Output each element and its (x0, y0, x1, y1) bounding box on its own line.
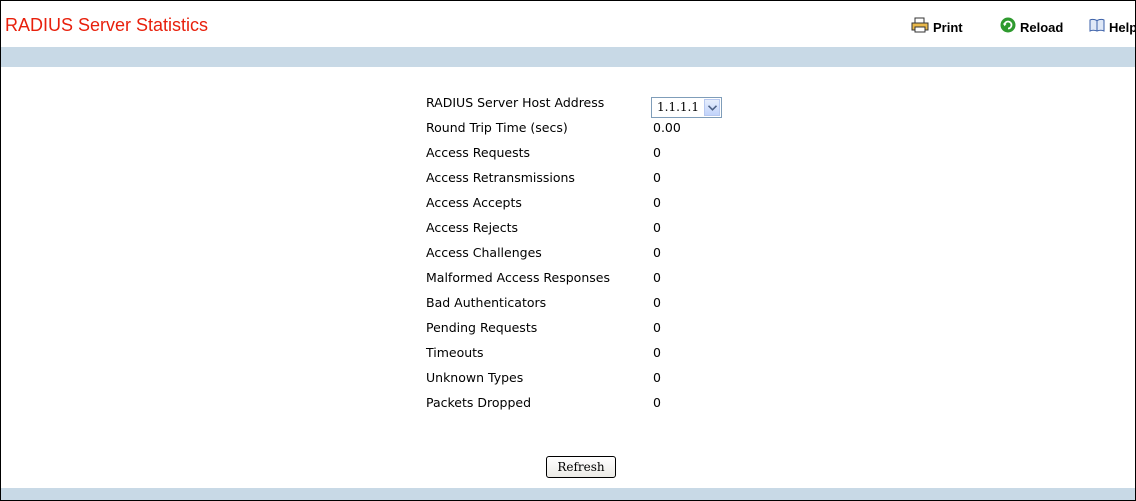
stat-row: Access Retransmissions 0 (426, 170, 746, 188)
stat-row: Packets Dropped 0 (426, 395, 746, 413)
help-button[interactable]: Help (1089, 17, 1136, 37)
chevron-down-icon[interactable] (704, 99, 720, 116)
stat-row: Access Requests 0 (426, 145, 746, 163)
page-header: RADIUS Server Statistics Print Reload He… (1, 1, 1135, 47)
stat-label: Access Requests (426, 145, 531, 160)
stat-row: Access Challenges 0 (426, 245, 746, 263)
stat-value: 0 (653, 220, 661, 235)
stat-label: Unknown Types (426, 370, 524, 385)
host-address-value: 1.1.1.1 (657, 100, 699, 114)
stat-label: Access Challenges (426, 245, 542, 260)
stat-value: 0 (653, 245, 661, 260)
stat-row: Access Accepts 0 (426, 195, 746, 213)
stat-row: Access Rejects 0 (426, 220, 746, 238)
stat-value: 0 (653, 295, 661, 310)
stat-label: Access Accepts (426, 195, 522, 210)
toolbar: Print Reload Help (911, 17, 1136, 37)
stat-value: 0.00 (653, 120, 681, 135)
stat-value: 0 (653, 395, 661, 410)
stat-label: Timeouts (426, 345, 484, 360)
host-address-select[interactable]: 1.1.1.1 (651, 97, 722, 118)
reload-button[interactable]: Reload (1000, 17, 1064, 37)
stat-label: Access Retransmissions (426, 170, 575, 185)
reload-label: Reload (1020, 19, 1064, 35)
refresh-button[interactable]: Refresh (546, 456, 616, 478)
stat-row: Round Trip Time (secs) 0.00 (426, 120, 746, 138)
page-title: RADIUS Server Statistics (5, 15, 209, 35)
stat-value: 0 (653, 195, 661, 210)
stat-row: Malformed Access Responses 0 (426, 270, 746, 288)
stat-value: 0 (653, 145, 661, 160)
stat-value: 0 (653, 370, 661, 385)
stat-row: Timeouts 0 (426, 345, 746, 363)
header-band (1, 47, 1135, 67)
print-button[interactable]: Print (911, 17, 963, 37)
stat-value: 0 (653, 170, 661, 185)
footer-band (1, 488, 1135, 500)
stat-value: 0 (653, 320, 661, 335)
stat-label: Packets Dropped (426, 395, 532, 410)
stat-label: Malformed Access Responses (426, 270, 610, 285)
reload-icon (1000, 17, 1016, 37)
host-address-label: RADIUS Server Host Address (426, 95, 605, 110)
print-label: Print (933, 19, 963, 35)
stat-row: Bad Authenticators 0 (426, 295, 746, 313)
stat-value: 0 (653, 345, 661, 360)
stat-label: Pending Requests (426, 320, 538, 335)
stat-row: Pending Requests 0 (426, 320, 746, 338)
printer-icon (911, 17, 929, 37)
stat-value: 0 (653, 270, 661, 285)
stat-label: Round Trip Time (secs) (426, 120, 568, 135)
stat-label: Bad Authenticators (426, 295, 547, 310)
help-book-icon (1089, 17, 1105, 37)
stat-label: Access Rejects (426, 220, 519, 235)
stat-row: Unknown Types 0 (426, 370, 746, 388)
main-frame: RADIUS Server Statistics Print Reload He… (0, 0, 1136, 501)
help-label: Help (1109, 19, 1136, 35)
